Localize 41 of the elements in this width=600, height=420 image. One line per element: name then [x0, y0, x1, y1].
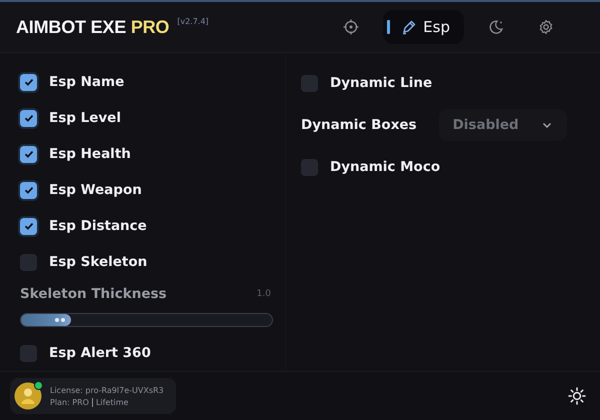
plan-term: Lifetime: [96, 398, 128, 406]
sun-icon[interactable]: [568, 387, 586, 405]
avatar-icon: [14, 382, 42, 410]
checkmark-icon: [22, 220, 34, 232]
option-label: Esp Skeleton: [49, 254, 148, 270]
checkmark-icon: [22, 76, 34, 88]
slider-track[interactable]: [20, 313, 273, 327]
option-label: Esp Alert 360: [49, 345, 151, 361]
checkmark-icon: [22, 148, 34, 160]
checkbox[interactable]: [301, 158, 318, 176]
option-label: Dynamic Moco: [330, 159, 440, 175]
slider-fill[interactable]: [21, 314, 72, 326]
checkbox[interactable]: [20, 74, 37, 90]
checkbox[interactable]: [20, 110, 37, 126]
checkmark-icon: [22, 184, 34, 196]
checkbox[interactable]: [20, 218, 37, 234]
pen-icon: [401, 19, 418, 35]
option-label: Esp Distance: [49, 218, 147, 234]
option-label: Dynamic Line: [330, 75, 432, 91]
crosshair-icon: [343, 19, 360, 35]
option-label: Esp Name: [49, 74, 124, 90]
option-label: Esp Level: [49, 110, 121, 126]
option-label: Dynamic Boxes: [301, 117, 417, 133]
option-label: Esp Weapon: [49, 182, 142, 198]
settings-icon: [538, 19, 554, 35]
checkbox[interactable]: [20, 146, 37, 162]
checkbox[interactable]: [301, 74, 318, 92]
checkbox[interactable]: [20, 344, 37, 362]
checkbox[interactable]: [20, 254, 37, 270]
plan-label: Plan: PRO: [50, 398, 89, 406]
moon-icon: [488, 19, 504, 35]
checkmark-icon: [22, 112, 34, 124]
app-title: AIMBOT EXE PRO: [16, 16, 170, 38]
checkbox[interactable]: [20, 182, 37, 198]
option-label: Esp Health: [49, 146, 131, 162]
slider-label: Skeleton Thickness: [20, 286, 167, 302]
license-key: License: pro-Ra9l7e-UVXsR3: [50, 386, 164, 394]
dropdown[interactable]: Disabled: [438, 109, 567, 141]
pen-tab[interactable]: Esp: [383, 10, 464, 44]
slider-value: 1.0: [256, 289, 271, 299]
version-label: [v2.7.4]: [177, 16, 209, 26]
